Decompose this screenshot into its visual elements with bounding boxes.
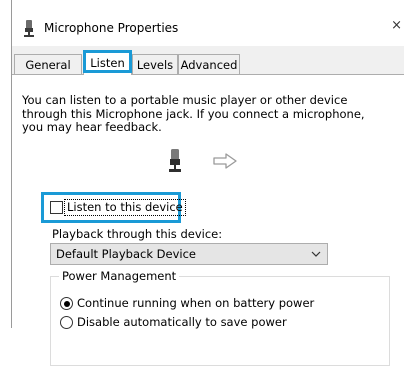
close-icon[interactable]: ×	[391, 18, 402, 34]
tab-advanced[interactable]: Advanced	[178, 54, 240, 74]
tab-label: Advanced	[180, 58, 238, 72]
power-management-label: Power Management	[59, 270, 180, 283]
tab-levels[interactable]: Levels	[132, 54, 178, 74]
dialog-client: General Listen Levels Advanced You can l…	[12, 46, 404, 366]
arrow-right-icon	[213, 153, 237, 169]
window-title: Microphone Properties	[44, 21, 179, 35]
tab-label: Levels	[136, 58, 174, 72]
title-bar[interactable]: Microphone Properties ×	[12, 0, 404, 46]
playback-device-selected: Default Playback Device	[56, 247, 196, 261]
tab-label: General	[25, 58, 71, 72]
listen-description: You can listen to a portable music playe…	[22, 93, 365, 134]
tab-listen-highlight	[83, 50, 132, 73]
playback-device-dropdown[interactable]: Default Playback Device	[50, 243, 328, 265]
playback-device-label: Playback through this device:	[52, 227, 223, 241]
listen-to-device-checkbox[interactable]	[50, 201, 63, 214]
disable-automatically-radio[interactable]	[60, 316, 73, 329]
listen-to-device-label[interactable]: Listen to this device	[64, 199, 186, 216]
tab-general[interactable]: General	[14, 54, 82, 74]
microphone-icon	[24, 20, 34, 37]
chevron-down-icon	[311, 251, 321, 257]
radio-selected-dot	[63, 300, 70, 307]
continue-running-radio[interactable]	[60, 297, 73, 310]
continue-running-label[interactable]: Continue running when on battery power	[77, 296, 314, 310]
microphone-icon	[169, 149, 181, 172]
listen-tab-page: You can listen to a portable music playe…	[12, 74, 404, 366]
disable-automatically-label[interactable]: Disable automatically to save power	[77, 315, 287, 329]
